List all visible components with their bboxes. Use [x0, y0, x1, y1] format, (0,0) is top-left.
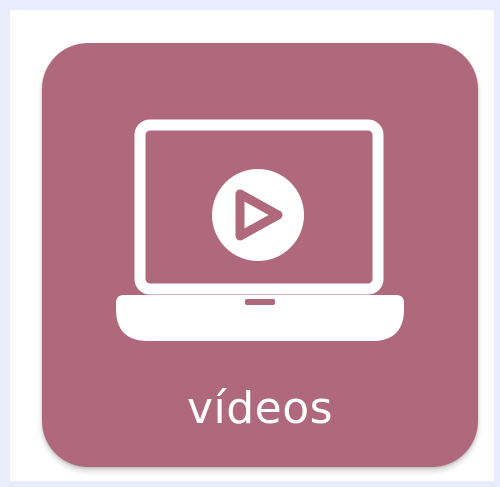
canvas: vídeos	[10, 10, 494, 481]
play-circle	[212, 169, 304, 261]
videos-app-tile[interactable]: vídeos	[42, 43, 478, 467]
tile-label: vídeos	[186, 383, 334, 434]
trackpad-notch	[245, 299, 275, 305]
laptop-play-icon	[116, 119, 404, 341]
